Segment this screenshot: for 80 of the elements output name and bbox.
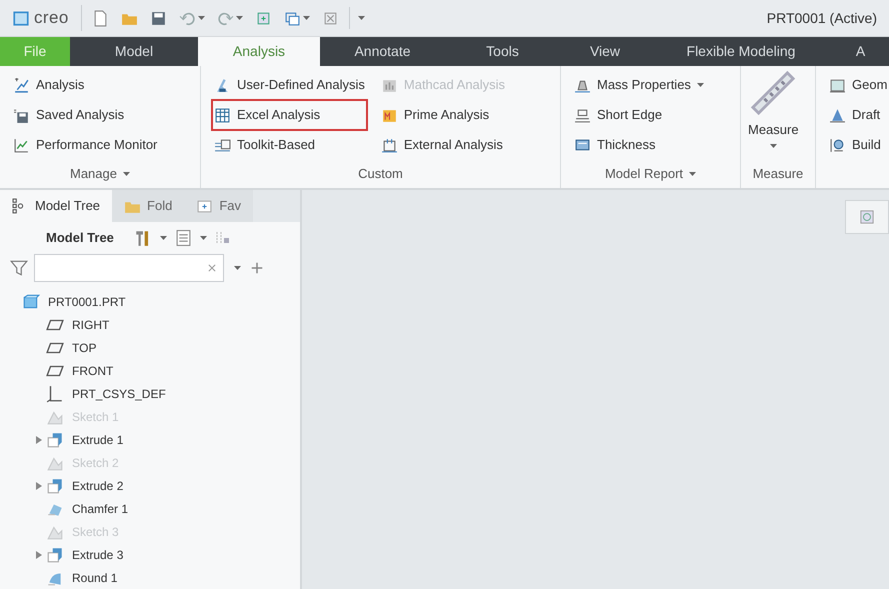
caret-icon [234, 266, 241, 270]
caret-icon [200, 236, 207, 240]
line-graph-icon [13, 136, 30, 154]
part-icon [22, 292, 40, 310]
filter-icon [10, 258, 28, 277]
group-label[interactable]: Manage [70, 164, 117, 184]
extrude-icon [46, 546, 64, 564]
tree-item[interactable]: TOP [72, 338, 96, 356]
tree-item[interactable]: Extrude 3 [72, 546, 124, 564]
tree-item[interactable]: PRT_CSYS_DEF [72, 384, 166, 402]
plus-icon [251, 262, 263, 274]
edge-icon [574, 106, 591, 124]
axis-icon [46, 384, 64, 402]
tree-item[interactable]: Extrude 1 [72, 430, 124, 448]
ribbon-button[interactable]: Geom [827, 70, 889, 100]
close-window-icon [322, 10, 339, 26]
caret-icon [160, 236, 167, 240]
caret-icon [302, 16, 310, 20]
ribbon-button[interactable]: User-Defined Analysis [212, 70, 367, 100]
app-logo: creo [34, 7, 69, 30]
group-label: Custom [358, 165, 403, 184]
triangle-icon [829, 106, 846, 124]
ribbon-button[interactable]: Performance Monitor [11, 130, 160, 160]
panel-title: Model Tree [46, 229, 114, 248]
surface-icon [829, 76, 846, 94]
new-file-icon [92, 10, 109, 26]
ribbon-tab[interactable]: Model [70, 37, 198, 66]
ribbon-button[interactable]: Measure [748, 70, 799, 148]
group-label: Measure [752, 165, 804, 184]
tree-item[interactable]: Chamfer 1 [72, 500, 128, 518]
ribbon-tab[interactable]: A [832, 37, 889, 66]
ribbon-button[interactable]: Analysis [11, 70, 160, 100]
panel-tab[interactable]: Model Tree [0, 190, 112, 222]
ribbon-button[interactable]: Saved Analysis [11, 100, 160, 130]
ribbon-button[interactable]: External Analysis [378, 130, 508, 160]
ribbon-button[interactable]: Thickness [572, 130, 706, 160]
tree-item[interactable]: FRONT [72, 362, 114, 380]
tree-item[interactable]: Round 1 [72, 568, 118, 586]
extrude-icon [46, 476, 64, 494]
expand-arrow-icon[interactable] [36, 550, 42, 558]
disk-icon [13, 106, 30, 124]
tree-item[interactable]: RIGHT [72, 316, 110, 334]
search-field[interactable] [34, 254, 224, 282]
tree-item[interactable]: Extrude 2 [72, 476, 124, 494]
ribbon-button[interactable]: Short Edge [572, 100, 706, 130]
zoom-button[interactable] [845, 200, 889, 234]
spreadsheet-icon [214, 106, 231, 124]
chart-icon [13, 76, 30, 94]
ribbon-button[interactable]: Excel Analysis [212, 100, 367, 130]
expand-arrow-icon[interactable] [36, 436, 42, 444]
expand-arrow-icon[interactable] [36, 482, 42, 490]
ribbon-tab[interactable]: Flexible Modeling [650, 37, 832, 66]
ribbon-tab[interactable]: View [560, 37, 650, 66]
group-label[interactable]: Model Report [604, 164, 684, 184]
ribbon-tab[interactable]: Annotate [320, 37, 445, 66]
show-button[interactable] [174, 228, 207, 247]
caret-icon [236, 16, 243, 20]
ruler-icon [750, 70, 796, 116]
frame-icon [380, 136, 398, 154]
clear-icon [207, 262, 217, 273]
tree-item[interactable]: PRT0001.PRT [48, 292, 126, 310]
caret-icon [198, 16, 205, 20]
ribbon-tab[interactable]: Tools [445, 37, 560, 66]
list-icon [174, 228, 192, 247]
ribbon-button[interactable]: Draft [827, 100, 889, 130]
regenerate-icon [254, 10, 272, 26]
save-icon [150, 10, 167, 26]
favorites-icon [196, 198, 214, 214]
caret-icon [358, 16, 365, 20]
panel-tab[interactable]: Fold [112, 190, 184, 222]
window-title: PRT0001 (Active) [766, 8, 877, 28]
extrude-icon [46, 430, 64, 448]
ribbon-tab[interactable]: Analysis [198, 37, 320, 66]
ribbon-button[interactable]: Mass Properties [572, 70, 706, 100]
windows-icon [284, 10, 301, 26]
ribbon-button[interactable]: Toolkit-Based [212, 130, 367, 160]
panel-icon [214, 136, 231, 154]
ribbon-button[interactable]: Prime Analysis [378, 100, 508, 130]
panel-tab[interactable]: Fav [184, 190, 254, 222]
ribbon-button[interactable]: Build [827, 130, 889, 160]
